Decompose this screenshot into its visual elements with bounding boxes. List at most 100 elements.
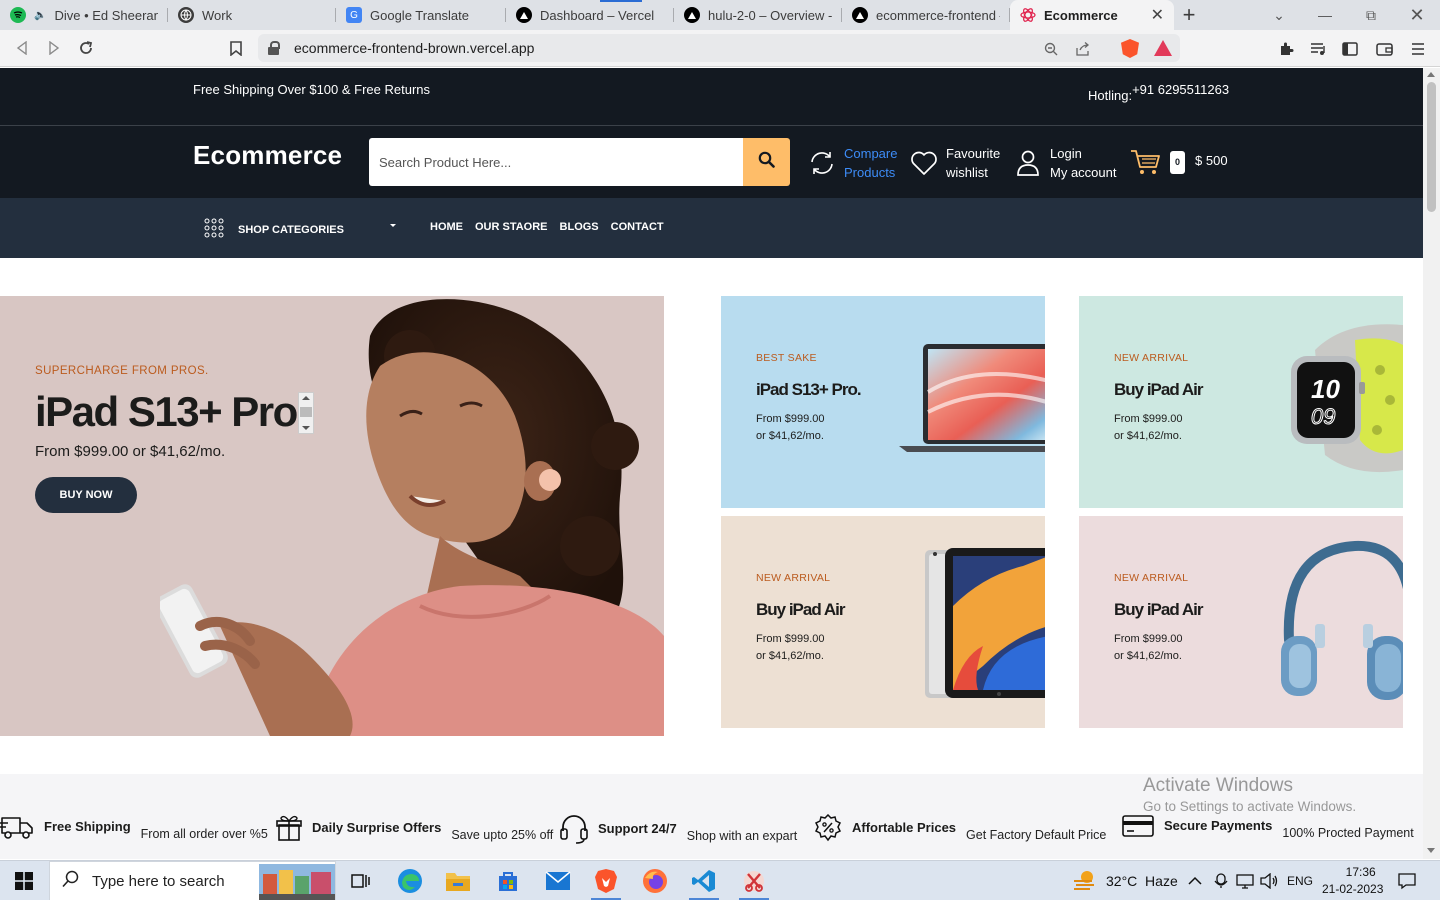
back-icon[interactable] [12,38,32,58]
restore-button[interactable]: ⧉ [1348,0,1394,30]
service-item: Free Shipping From all order over %5 [0,814,268,845]
close-tab-icon[interactable]: ✕ [1151,5,1164,25]
language-indicator[interactable]: ENG [1287,861,1313,900]
weather-widget[interactable]: 32°C Haze [1072,861,1178,900]
service-item: Affortable Prices Get Factory Default Pr… [814,813,1106,847]
task-view-icon[interactable] [336,861,384,900]
browser-tab[interactable]: Work [168,0,336,30]
zoom-icon[interactable] [1042,40,1060,58]
hotline-number[interactable]: +91 6295511263 [1132,82,1229,97]
extensions-icon[interactable] [1276,39,1296,59]
promo-card[interactable]: BEST SAKE iPad S13+ Pro. From $999.00 or… [721,296,1045,508]
card-price: From $999.00 [756,633,825,645]
watermark-subtitle: Go to Settings to activate Windows. [1143,799,1357,814]
tab-search-icon[interactable]: ⌄ [1256,0,1302,30]
cart-count-badge: 0 [1170,150,1186,174]
volume-icon[interactable] [1260,861,1278,900]
lock-icon[interactable] [268,41,280,55]
react-icon [1020,7,1036,23]
playlist-icon[interactable] [1308,39,1328,59]
tab-title: Google Translate [370,7,470,23]
address-bar[interactable]: ecommerce-frontend-brown.vercel.app [258,34,1180,62]
menu-icon[interactable] [1408,39,1428,59]
sidebar-icon[interactable] [1340,39,1360,59]
compare-products-link[interactable]: Compare Products [808,144,897,182]
windows-start-button[interactable] [0,861,48,900]
microsoft-store-icon[interactable] [484,861,532,900]
buy-now-button[interactable]: BUY NOW [35,477,137,513]
reload-icon[interactable] [76,38,96,58]
tab-loading-indicator [600,0,642,2]
watermark-title: Activate Windows [1143,775,1293,796]
hotline: Hotling:+91 6295511263 [1088,82,1229,103]
shop-categories-dropdown[interactable]: SHOP CATEGORIES [204,218,344,241]
wishlist-link[interactable]: Favourite wishlist [910,144,1000,182]
promo-card[interactable]: NEW ARRIVAL Buy iPad Air From $999.00 or… [1079,296,1403,508]
service-name: Free Shipping [44,819,131,834]
browser-tab[interactable]: Dashboard – Vercel [506,0,674,30]
scroll-spinner[interactable] [298,392,314,434]
site-logo[interactable]: Ecommerce [193,140,342,171]
snip-tool-icon[interactable] [730,861,778,900]
search-input[interactable] [369,138,743,186]
truck-icon [0,814,34,845]
scrollbar-thumb[interactable] [1427,82,1436,212]
vercel-icon [852,7,868,23]
brave-browser-icon[interactable] [582,861,630,900]
cart-icon [1130,148,1162,176]
url-text[interactable]: ecommerce-frontend-brown.vercel.app [294,40,534,56]
chevron-down-icon[interactable] [390,224,396,227]
promo-card[interactable]: NEW ARRIVAL Buy iPad Air From $999.00 or… [721,516,1045,728]
compare-line1: Compare [844,146,898,161]
speaker-icon[interactable]: 🔈 [34,10,46,21]
browser-tab-active[interactable]: Ecommerce ✕ [1010,0,1174,30]
meet-now-icon[interactable] [1214,861,1228,900]
firefox-icon[interactable] [631,861,679,900]
scroll-up-icon[interactable] [1427,72,1435,77]
browser-tab[interactable]: G Google Translate [336,0,506,30]
search-button[interactable] [743,138,790,186]
search-highlight-image [259,864,335,900]
forward-icon[interactable] [44,38,64,58]
nav-contact-link[interactable]: CONTACT [611,221,664,233]
vscode-icon[interactable] [680,861,728,900]
haze-weather-icon [1072,869,1098,894]
taskbar-search[interactable]: Type here to search [49,861,336,900]
minimize-button[interactable]: — [1302,0,1348,30]
new-tab-button[interactable]: + [1174,0,1204,30]
weather-text: 32°C Haze [1106,873,1178,889]
nav-blogs-link[interactable]: BLOGS [560,221,599,233]
login-link[interactable]: Login My account [1014,144,1116,182]
browser-tab[interactable]: 🔈 Dive • Ed Sheeran [0,0,168,30]
compare-icon [808,149,836,177]
wallet-icon[interactable] [1374,39,1394,59]
notifications-icon[interactable] [1398,861,1416,900]
card-monthly: or $41,62/mo. [756,650,824,662]
close-window-button[interactable]: ✕ [1394,0,1440,30]
nav-store-link[interactable]: OUR STAORE [475,221,548,233]
hotline-label: Hotling: [1088,88,1133,103]
network-icon[interactable] [1236,861,1254,900]
scroll-down-icon[interactable] [1427,848,1435,853]
card-title: Buy iPad Air [1114,380,1203,399]
promo-card[interactable]: NEW ARRIVAL Buy iPad Air From $999.00 or… [1079,516,1403,728]
file-explorer-icon[interactable] [434,861,482,900]
cart-link[interactable]: 0 $ 500 [1130,148,1228,176]
search-icon [758,151,775,173]
edge-icon[interactable] [386,861,434,900]
browser-tab[interactable]: ecommerce-frontend – C [842,0,1010,30]
clock[interactable]: 17:36 21-02-2023 [1322,861,1383,900]
bookmark-icon[interactable] [226,38,246,58]
card-title: Buy iPad Air [756,600,845,619]
brave-rewards-icon[interactable] [1154,40,1172,56]
search-icon [62,870,80,892]
service-desc: Save upto 25% off [451,827,554,842]
show-hidden-icons[interactable] [1188,861,1202,900]
mail-icon[interactable] [534,861,582,900]
share-icon[interactable] [1074,40,1092,58]
page-scrollbar[interactable] [1423,68,1440,859]
svg-text:10: 10 [1311,374,1340,404]
nav-home-link[interactable]: HOME [430,221,463,233]
browser-tab[interactable]: hulu-2-0 – Overview - Ve [674,0,842,30]
compare-text: Compare Products [844,144,897,182]
